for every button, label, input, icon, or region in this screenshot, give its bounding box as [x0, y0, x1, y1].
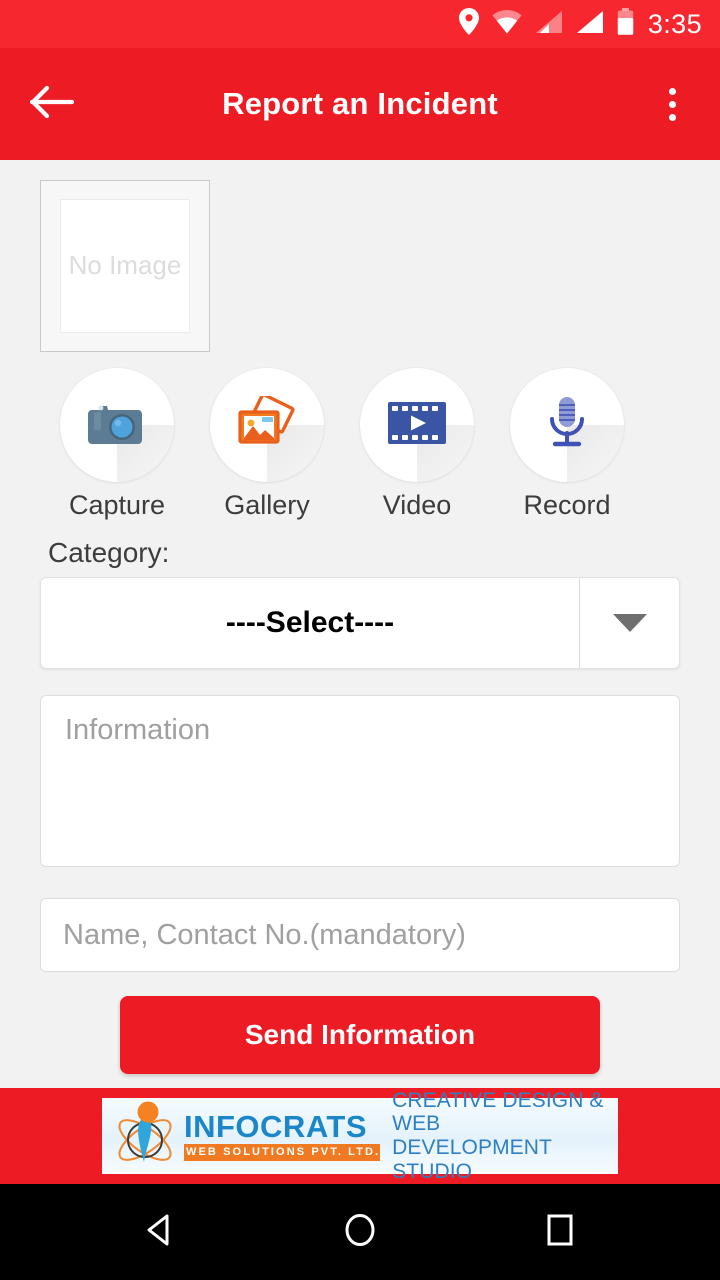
record-button-circle: [510, 368, 624, 482]
image-preview-inner: No Image: [60, 199, 190, 333]
status-bar-time: 3:35: [647, 8, 702, 39]
android-nav-bar: [0, 1184, 720, 1280]
gallery-button-circle: [210, 368, 324, 482]
submit-row: Send Information: [40, 996, 680, 1074]
capture-button[interactable]: Capture: [42, 368, 192, 521]
ad-brand-block: INFOCRATS WEB SOLUTIONS PVT. LTD.: [184, 1109, 381, 1161]
overflow-menu-icon[interactable]: [646, 73, 698, 135]
battery-icon: [617, 8, 634, 40]
page-title: Report an Incident: [222, 86, 498, 121]
ad-banner[interactable]: INFOCRATS WEB SOLUTIONS PVT. LTD. CREATI…: [102, 1089, 618, 1183]
nav-recents-button[interactable]: [515, 1187, 605, 1277]
nav-back-button[interactable]: [115, 1187, 205, 1277]
back-button[interactable]: [22, 74, 82, 134]
signal-1-icon: [535, 10, 563, 39]
record-button[interactable]: Record: [492, 368, 642, 521]
wifi-icon: [492, 9, 522, 39]
video-button[interactable]: Video: [342, 368, 492, 521]
film-play-icon: [387, 401, 447, 450]
send-information-button[interactable]: Send Information: [120, 996, 600, 1074]
capture-button-label: Capture: [68, 490, 166, 520]
status-bar: 3:35: [0, 0, 720, 48]
nav-home-icon: [341, 1211, 379, 1254]
video-button-circle: [360, 368, 474, 482]
no-image-label: No Image: [68, 250, 182, 281]
gallery-button[interactable]: Gallery: [192, 368, 342, 521]
infocrats-logo-icon: [108, 1100, 182, 1173]
record-button-label: Record: [523, 490, 611, 520]
video-button-label: Video: [382, 490, 452, 520]
image-preview[interactable]: No Image: [40, 180, 210, 352]
ad-footer: INFOCRATS WEB SOLUTIONS PVT. LTD. CREATI…: [0, 1088, 720, 1184]
nav-home-button[interactable]: [315, 1187, 405, 1277]
app-bar: Report an Incident: [0, 48, 720, 160]
category-select-value: ----Select----: [225, 606, 395, 639]
category-select[interactable]: ----Select----: [40, 577, 680, 669]
ad-tagline: CREATIVE DESIGN & WEB DEVELOPMENT STUDIO: [392, 1089, 612, 1183]
form-content: No Image Capture Gallery Video Record Ca…: [0, 160, 720, 1088]
gallery-button-label: Gallery: [224, 490, 310, 520]
ad-brand-subtitle: WEB SOLUTIONS PVT. LTD.: [184, 1144, 381, 1161]
contact-input[interactable]: [40, 898, 680, 972]
nav-recents-icon: [541, 1211, 579, 1254]
information-input[interactable]: [40, 695, 680, 867]
status-icon-group: [458, 8, 634, 40]
back-arrow-icon: [29, 85, 75, 124]
signal-2-icon: [576, 10, 604, 39]
photos-icon: [238, 392, 296, 455]
chevron-down-icon: [612, 614, 647, 632]
ad-tagline-line2: DEVELOPMENT STUDIO: [392, 1136, 552, 1183]
camera-icon: [88, 398, 146, 453]
capture-button-circle: [60, 368, 174, 482]
app-screen: 3:35 Report an Incident No Image Capture…: [0, 0, 720, 1280]
ad-tagline-line1: CREATIVE DESIGN & WEB: [392, 1088, 604, 1136]
ad-brand-name: INFOCRATS: [184, 1109, 368, 1145]
category-label: Category:: [48, 537, 170, 568]
location-pin-icon: [458, 8, 479, 40]
microphone-icon: [543, 395, 591, 456]
media-actions-row: Capture Gallery Video Record: [40, 368, 680, 521]
nav-back-icon: [141, 1211, 179, 1254]
category-select-arrow[interactable]: [579, 578, 679, 668]
